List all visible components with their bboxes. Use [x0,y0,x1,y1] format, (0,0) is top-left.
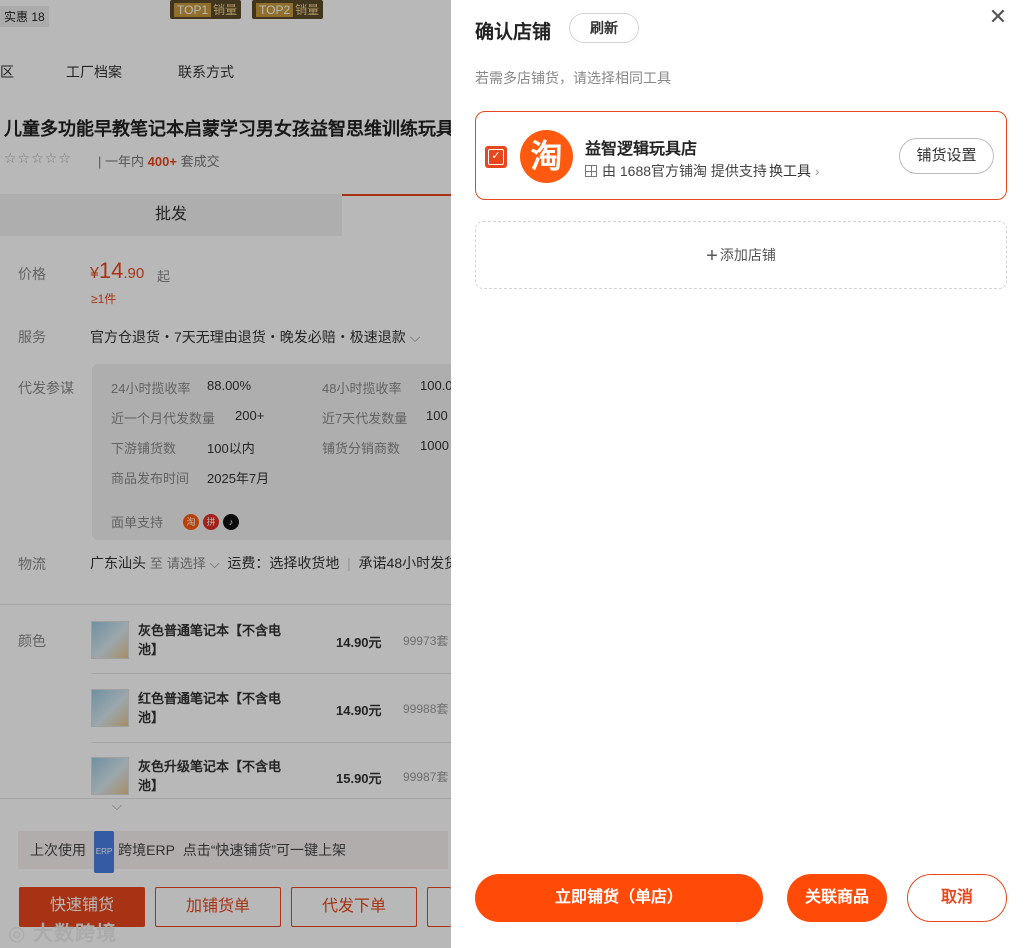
modal-overlay[interactable] [0,0,451,948]
publish-now-button[interactable]: 立即铺货（单店） [475,874,763,922]
drawer-title: 确认店铺 [475,22,552,43]
store-name: 益智逻辑玩具店 [585,141,698,158]
store-card[interactable]: ✓ 淘 益智逻辑玩具店 由 1688官方铺淘 提供支持 换工具 › 铺货设置 [475,111,1007,200]
close-icon[interactable]: ✕ [987,6,1009,28]
confirm-store-drawer: 确认店铺 刷新 ✕ 若需多店铺货，请选择相同工具 ✓ 淘 益智逻辑玩具店 由 1… [451,0,1034,948]
store-checkbox[interactable]: ✓ [485,146,507,168]
plus-icon: + [706,245,718,267]
cancel-button[interactable]: 取消 [907,874,1007,922]
link-products-button[interactable]: 关联商品 [787,874,887,922]
checkmark-icon: ✓ [488,149,504,165]
refresh-button[interactable]: 刷新 [569,13,639,43]
drawer-hint: 若需多店铺货，请选择相同工具 [475,70,671,86]
store-settings-button[interactable]: 铺货设置 [899,138,994,174]
chevron-right-icon: › [814,163,820,179]
add-store-button[interactable]: + 添加店铺 [475,221,1007,289]
grid-icon [585,165,597,177]
store-support: 由 1688官方铺淘 提供支持 [585,161,767,181]
switch-tool-link[interactable]: 换工具 › [769,161,820,181]
taobao-logo-icon: 淘 [520,130,573,183]
